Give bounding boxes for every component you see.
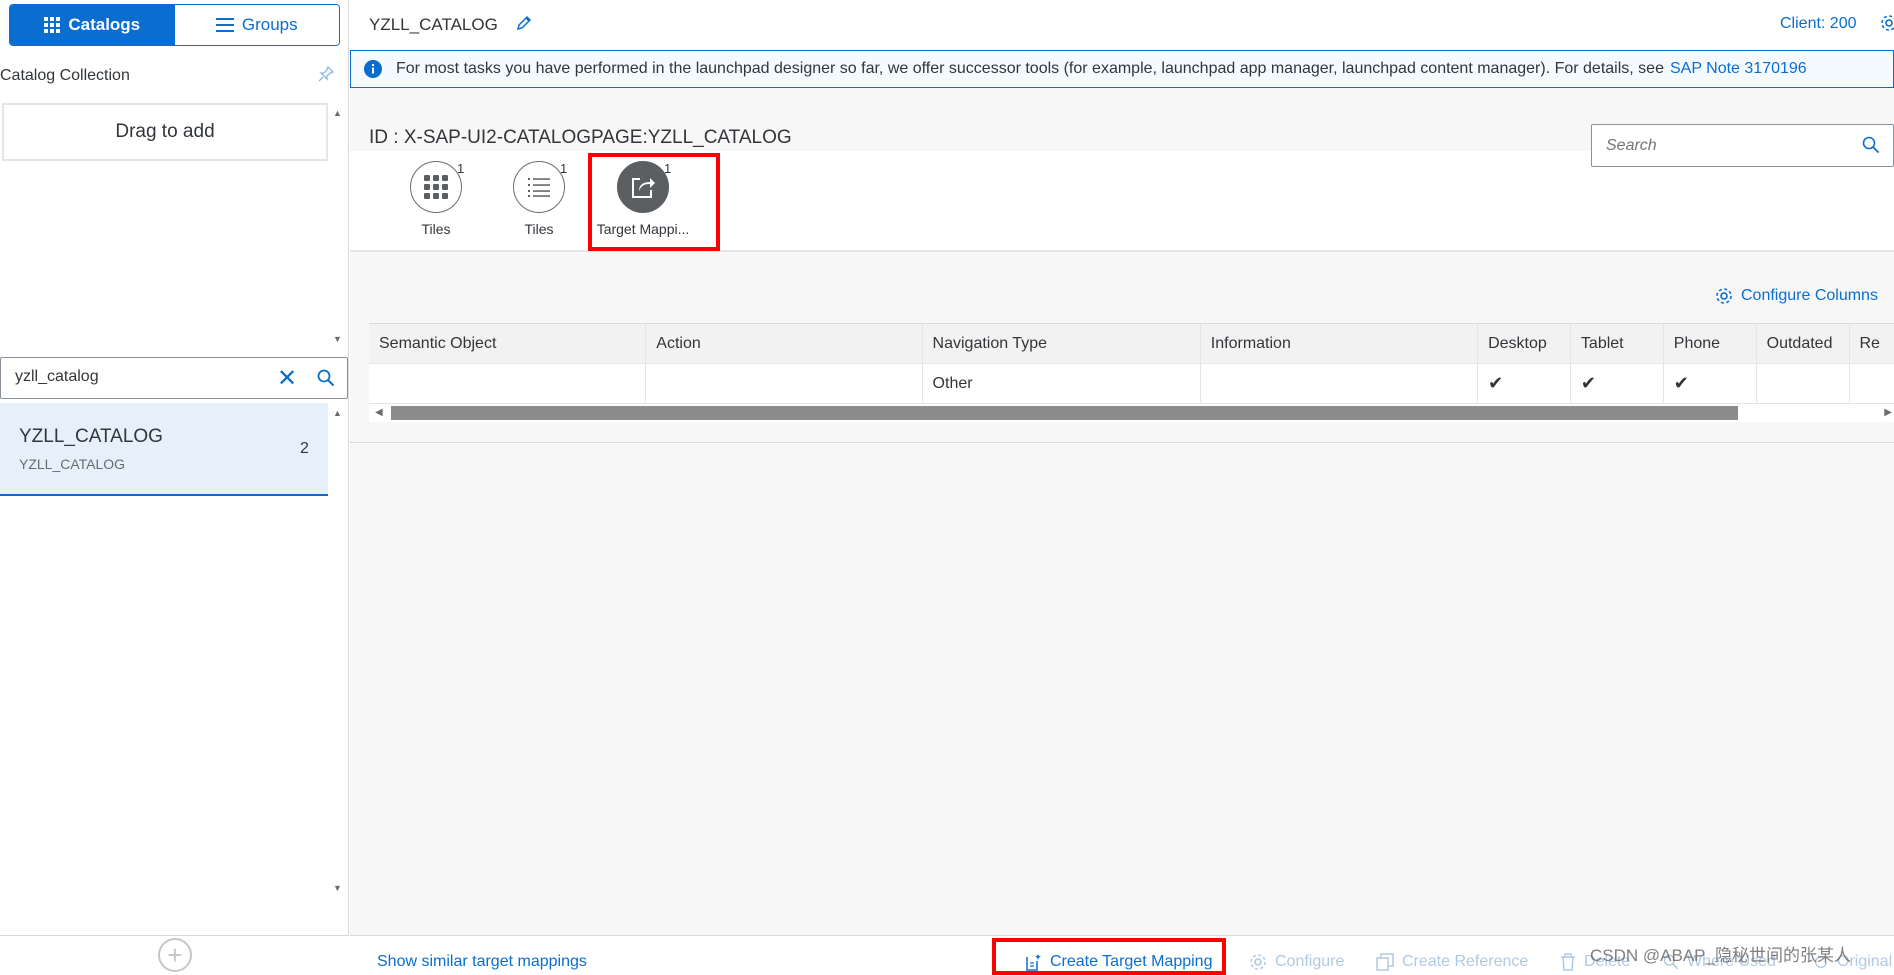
info-text: For most tasks you have performed in the… <box>396 60 1664 77</box>
scroll-up-arrow[interactable]: ▲ <box>333 108 342 118</box>
groups-button[interactable]: Groups <box>174 5 339 45</box>
menu-icon <box>215 18 234 32</box>
horizontal-scrollbar[interactable]: ◀ ▶ <box>369 404 1894 422</box>
main-search-field[interactable] <box>1591 124 1894 167</box>
main-search-input[interactable] <box>1606 137 1846 155</box>
groups-label: Groups <box>241 15 298 34</box>
configure-button[interactable]: Configure <box>1249 953 1344 971</box>
grid-icon <box>424 175 448 199</box>
info-message-strip: For most tasks you have performed in the… <box>350 50 1894 88</box>
catalog-list-item[interactable]: YZLL_CATALOG YZLL_CATALOG 2 <box>0 403 328 496</box>
gear-icon <box>1716 288 1732 304</box>
scroll-down-arrow[interactable]: ▼ <box>333 334 342 344</box>
scroll-right-arrow[interactable]: ▶ <box>1884 407 1892 418</box>
plus-icon: + <box>167 939 183 970</box>
table-row[interactable]: Other ✔ ✔ ✔ <box>369 364 1894 404</box>
catalogs-button[interactable]: Catalogs <box>10 5 175 45</box>
configure-columns-label: Configure Columns <box>1741 287 1878 304</box>
main-area: YZLL_CATALOG Client: 200 For most tasks … <box>350 0 1894 975</box>
column-header[interactable]: Information <box>1201 324 1479 363</box>
tab-circle <box>410 161 462 213</box>
add-catalog-button[interactable]: + <box>158 938 192 972</box>
catalog-item-count: 2 <box>300 440 309 457</box>
highlight-target-mappings-tab <box>588 153 720 251</box>
configure-label: Configure <box>1275 953 1345 970</box>
column-header[interactable]: Outdated <box>1757 324 1850 363</box>
pin-icon[interactable] <box>318 66 334 82</box>
catalog-item-title: YZLL_CATALOG <box>19 426 163 447</box>
column-header[interactable]: Tablet <box>1571 324 1664 363</box>
tab-label: Tiles <box>524 221 554 237</box>
checkmark-icon: ✔ <box>1571 364 1664 403</box>
table-header: Semantic Object Action Navigation Type I… <box>369 324 1894 364</box>
catalogs-label: Catalogs <box>68 15 141 34</box>
search-icon[interactable] <box>317 369 335 387</box>
create-reference-label: Create Reference <box>1402 953 1529 970</box>
drag-to-add-label: Drag to add <box>115 121 215 142</box>
catalog-search-input[interactable] <box>15 368 255 386</box>
tab-circle <box>513 161 565 213</box>
tab-tiles-grid[interactable]: 1 Tiles <box>386 161 486 237</box>
edit-pencil-icon[interactable] <box>515 14 533 32</box>
show-similar-link[interactable]: Show similar target mappings <box>377 953 587 971</box>
table-cell <box>646 364 923 403</box>
gear-icon[interactable] <box>1880 14 1894 32</box>
tab-tiles-list[interactable]: 1 Tiles <box>489 161 589 237</box>
table-cell <box>1757 364 1850 403</box>
list-icon <box>528 178 550 197</box>
view-switcher: Catalogs Groups <box>9 4 340 46</box>
trash-icon <box>1561 953 1575 971</box>
catalog-collection-title: Catalog Collection <box>0 67 130 84</box>
sap-note-link[interactable]: SAP Note 3170196 <box>1670 60 1807 78</box>
info-icon <box>364 60 382 78</box>
column-header[interactable]: Phone <box>1664 324 1757 363</box>
drag-to-add-area[interactable]: Drag to add <box>2 103 328 161</box>
scroll-left-arrow[interactable]: ◀ <box>375 407 383 418</box>
create-reference-button[interactable]: Create Reference <box>1376 953 1528 971</box>
list-scroll-down-arrow[interactable]: ▼ <box>333 883 342 893</box>
list-scroll-up-arrow[interactable]: ▲ <box>333 408 342 418</box>
column-header[interactable]: Semantic Object <box>369 324 647 363</box>
checkmark-icon: ✔ <box>1664 364 1757 403</box>
checkmark-icon: ✔ <box>1478 364 1571 403</box>
column-header[interactable]: Navigation Type <box>923 324 1201 363</box>
divider <box>350 442 1894 443</box>
tab-count: 1 <box>560 161 568 176</box>
search-icon[interactable] <box>1862 136 1880 154</box>
configure-columns-button[interactable]: Configure Columns <box>1715 287 1878 305</box>
column-header[interactable]: Desktop <box>1478 324 1571 363</box>
tab-label: Tiles <box>421 221 451 237</box>
table-cell <box>1201 364 1479 403</box>
catalog-item-subtitle: YZLL_CATALOG <box>19 456 126 472</box>
column-header[interactable]: Re <box>1850 324 1894 363</box>
table-cell <box>369 364 647 403</box>
grid-icon <box>44 17 61 33</box>
table-cell <box>1850 364 1894 403</box>
watermark: CSDN @ABAP_隐秘世间的张某人 <box>1590 946 1851 965</box>
highlight-create-target-mapping <box>992 938 1226 975</box>
target-mappings-table: Semantic Object Action Navigation Type I… <box>369 323 1894 404</box>
client-label[interactable]: Client: 200 <box>1780 15 1857 33</box>
tab-count: 1 <box>457 161 465 176</box>
catalog-id: ID : X-SAP-UI2-CATALOGPAGE:YZLL_CATALOG <box>369 127 792 148</box>
catalog-search-field[interactable]: ✕ <box>0 357 348 399</box>
table-cell: Other <box>923 364 1201 403</box>
scrollbar-thumb[interactable] <box>391 406 1738 420</box>
column-header[interactable]: Action <box>646 324 923 363</box>
copy-icon <box>1376 953 1394 971</box>
left-footer: + <box>0 935 349 975</box>
gear-icon <box>1250 954 1266 970</box>
catalog-name-title: YZLL_CATALOG <box>369 15 498 34</box>
clear-icon[interactable]: ✕ <box>277 364 297 393</box>
left-panel: Catalogs Groups Catalog Collection Drag … <box>0 0 349 975</box>
top-bar: YZLL_CATALOG Client: 200 <box>350 0 1894 50</box>
